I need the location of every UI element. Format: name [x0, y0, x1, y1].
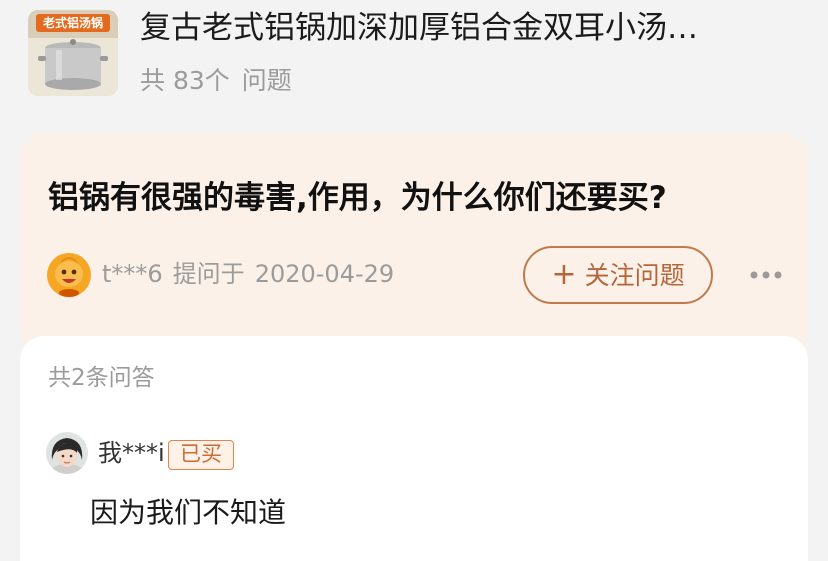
thumbnail-label: 老式铝汤锅 [43, 15, 103, 30]
asker-avatar [46, 252, 92, 298]
question-card: 铝锅有很强的毒害,作用，为什么你们还要买? t***6 提问于 2020-04-29… [20, 134, 808, 354]
follow-question-label: 关注问题 [584, 260, 685, 290]
answers-card: 共2条问答 我***i 已买 因为我们不知道 [20, 336, 808, 561]
product-title[interactable]: 复古老式铝锅加深加厚铝合金双耳小汤… [140, 6, 780, 50]
bought-badge: 已买 [168, 440, 234, 470]
product-thumbnail[interactable]: 老式铝汤锅 [28, 10, 118, 96]
follow-question-button[interactable]: + 关注问题 [523, 246, 713, 304]
asker-info: t***6 提问于 2020-04-29 [102, 254, 394, 294]
asked-date: 2020-04-29 [254, 260, 395, 288]
answers-count: 共2条问答 [48, 365, 155, 391]
question-count-suffix: 问题 [241, 66, 292, 95]
more-options-button[interactable] [746, 258, 786, 292]
answer-text[interactable]: 因为我们不知道 [90, 492, 286, 534]
answer-username: 我***i [98, 439, 165, 467]
asked-label: 提问于 [172, 260, 245, 288]
question-title: 铝锅有很强的毒害,作用，为什么你们还要买? [48, 180, 667, 216]
plus-icon: + [551, 257, 577, 292]
question-count: 共 83个 [140, 66, 230, 95]
more-dots-icon [750, 271, 782, 279]
asker-name: t***6 [102, 260, 163, 288]
product-header[interactable]: 老式铝汤锅 复古老式铝锅加深加厚铝合金双耳小汤… 共 83个 问题 [0, 0, 828, 112]
answer-avatar[interactable] [46, 432, 88, 474]
product-question-count: 共 83个 问题 [140, 62, 292, 100]
